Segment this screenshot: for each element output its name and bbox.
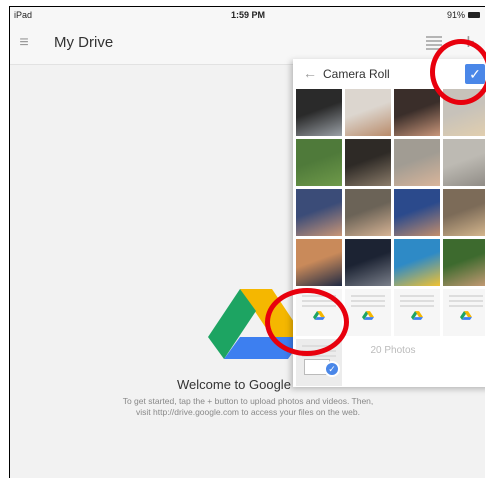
page-title: My Drive <box>54 34 114 51</box>
document-thumbnail[interactable] <box>443 289 485 336</box>
battery-indicator: 91% <box>447 10 480 20</box>
drive-mini-icon <box>460 311 472 320</box>
photo-thumbnail[interactable] <box>394 139 440 186</box>
screen: iPad 1:59 PM 91% ≡ My Drive + Welcome to… <box>9 6 485 478</box>
photo-thumbnail[interactable] <box>443 239 485 286</box>
menu-icon[interactable]: ≡ <box>16 35 32 51</box>
photo-thumbnail[interactable] <box>394 89 440 136</box>
battery-icon <box>468 12 480 18</box>
photo-thumbnail[interactable] <box>296 89 342 136</box>
annotation-circle-thumbnail <box>265 288 349 356</box>
status-time: 1:59 PM <box>230 10 265 20</box>
battery-percent: 91% <box>446 10 465 20</box>
document-thumbnail[interactable] <box>394 289 440 336</box>
back-arrow-icon[interactable]: ← <box>303 65 317 81</box>
photo-thumbnail[interactable] <box>443 139 485 186</box>
photo-thumbnail[interactable] <box>443 189 485 236</box>
check-icon: ✓ <box>324 361 340 377</box>
photo-thumbnail[interactable] <box>394 239 440 286</box>
status-bar: iPad 1:59 PM 91% <box>10 7 485 23</box>
document-thumbnail[interactable] <box>345 289 391 336</box>
photo-thumbnail[interactable] <box>345 239 391 286</box>
photo-thumbnail[interactable] <box>296 189 342 236</box>
photo-thumbnail[interactable] <box>345 89 391 136</box>
picker-title: Camera Roll <box>323 67 390 81</box>
photo-thumbnail[interactable] <box>296 239 342 286</box>
instruction-line-2: visit http://drive.google.com to access … <box>136 407 360 417</box>
drive-mini-icon <box>362 311 374 320</box>
welcome-text: Welcome to Google <box>177 377 291 392</box>
instruction-line-1: To get started, tap the + button to uplo… <box>122 396 374 406</box>
photo-thumbnail[interactable] <box>296 139 342 186</box>
photo-thumbnail[interactable] <box>394 189 440 236</box>
photo-thumbnail[interactable] <box>345 139 391 186</box>
photo-thumbnail[interactable] <box>345 189 391 236</box>
annotation-circle-select <box>430 39 486 105</box>
drive-mini-icon <box>411 311 423 320</box>
